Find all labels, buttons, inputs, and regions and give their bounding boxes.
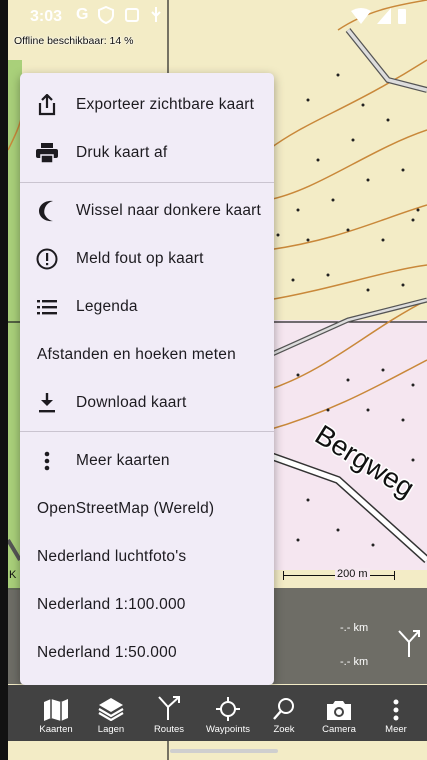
nav-kaarten[interactable]: Kaarten: [26, 685, 86, 741]
menu-item-nl-100000[interactable]: Nederland 1:100.000: [20, 583, 274, 627]
menu-item-label: Nederland 1:50.000: [37, 644, 177, 661]
nav-label: Kaarten: [39, 724, 73, 735]
map-edge-label: K: [9, 569, 17, 581]
nav-label: Lagen: [97, 724, 125, 735]
usb-icon: [151, 7, 162, 22]
menu-divider: [20, 431, 274, 432]
menu-item-label: Download kaart: [76, 394, 187, 411]
menu-item-download[interactable]: Download kaart: [20, 381, 274, 425]
scale-cap-right: [394, 571, 395, 580]
menu-item-report-error[interactable]: Meld fout op kaart: [20, 237, 274, 281]
search-icon: [273, 691, 295, 721]
camera-icon: [326, 691, 352, 721]
distance-readout-2: -.- km: [340, 656, 369, 668]
nav-label: Meer: [385, 724, 407, 735]
home-indicator[interactable]: [170, 749, 278, 753]
battery-icon: [398, 9, 406, 24]
wifi-icon: [351, 8, 371, 24]
status-time: 3:03: [30, 8, 63, 25]
list-icon: [36, 296, 58, 318]
status-right-icons: [351, 8, 407, 24]
google-icon: G: [76, 6, 89, 23]
nav-label: Waypoints: [206, 724, 250, 735]
nav-routes[interactable]: Routes: [139, 685, 199, 741]
layers-icon: [98, 691, 124, 721]
menu-item-measure[interactable]: Afstanden en hoeken meten: [20, 333, 274, 377]
scale-cap-left: [283, 571, 284, 580]
nav-zoek[interactable]: Zoek: [254, 685, 314, 741]
route-icon: [157, 691, 181, 721]
nav-lagen[interactable]: Lagen: [81, 685, 141, 741]
menu-item-label: Meer kaarten: [76, 452, 170, 469]
menu-item-label: Legenda: [76, 298, 138, 315]
nav-label: Zoek: [273, 724, 295, 735]
more-vertical-icon: [393, 691, 399, 721]
menu-item-label: Druk kaart af: [76, 144, 168, 161]
menu-item-label: Nederland luchtfoto's: [37, 548, 187, 565]
status-icons: G: [76, 6, 162, 24]
map-icon: [43, 691, 69, 721]
more-vertical-icon: [36, 450, 58, 472]
menu-divider: [20, 182, 274, 183]
menu-item-label: OpenStreetMap (Wereld): [37, 500, 215, 517]
nav-camera[interactable]: Camera: [309, 685, 369, 741]
bottom-navigation: Kaarten Lagen Routes Waypoints Zoek Came…: [8, 685, 427, 741]
status-bar: 3:03 G: [0, 0, 427, 34]
shield-icon: [98, 6, 115, 24]
menu-item-osm[interactable]: OpenStreetMap (Wereld): [20, 487, 274, 531]
moon-icon: [36, 200, 58, 222]
menu-item-print[interactable]: Druk kaart af: [20, 131, 274, 175]
route-fork-icon: [398, 630, 420, 657]
menu-item-export[interactable]: Exporteer zichtbare kaart: [20, 83, 274, 127]
screen-record-icon: [125, 8, 140, 22]
screen-edge: [0, 0, 8, 760]
download-icon: [36, 392, 58, 414]
signal-icon: [377, 8, 391, 24]
menu-item-label: Afstanden en hoeken meten: [37, 346, 236, 363]
menu-item-legend[interactable]: Legenda: [20, 285, 274, 329]
nav-waypoints[interactable]: Waypoints: [198, 685, 258, 741]
alert-circle-icon: [36, 248, 58, 270]
menu-item-label: Wissel naar donkere kaart: [76, 202, 262, 219]
scale-label: 200 m: [335, 568, 370, 580]
menu-item-label: Meld fout op kaart: [76, 250, 204, 267]
menu-item-label: Exporteer zichtbare kaart: [76, 96, 255, 113]
nav-label: Routes: [153, 724, 185, 735]
crosshair-icon: [216, 691, 240, 721]
menu-item-label: Nederland 1:100.000: [37, 596, 186, 613]
distance-readout-1: -.- km: [340, 622, 369, 634]
menu-item-more-maps[interactable]: Meer kaarten: [20, 439, 274, 483]
scale-bar: 200 m: [283, 568, 395, 582]
printer-icon: [36, 142, 58, 164]
menu-item-aerial[interactable]: Nederland luchtfoto's: [20, 535, 274, 579]
nav-label: Camera: [322, 724, 356, 735]
menu-item-nl-50000[interactable]: Nederland 1:50.000: [20, 631, 274, 675]
nav-meer[interactable]: Meer: [366, 685, 426, 741]
share-export-icon: [36, 94, 58, 116]
offline-availability: Offline beschikbaar: 14 %: [14, 35, 134, 47]
menu-item-dark-map[interactable]: Wissel naar donkere kaart: [20, 189, 274, 233]
overflow-menu: Exporteer zichtbare kaart Druk kaart af …: [20, 73, 274, 685]
